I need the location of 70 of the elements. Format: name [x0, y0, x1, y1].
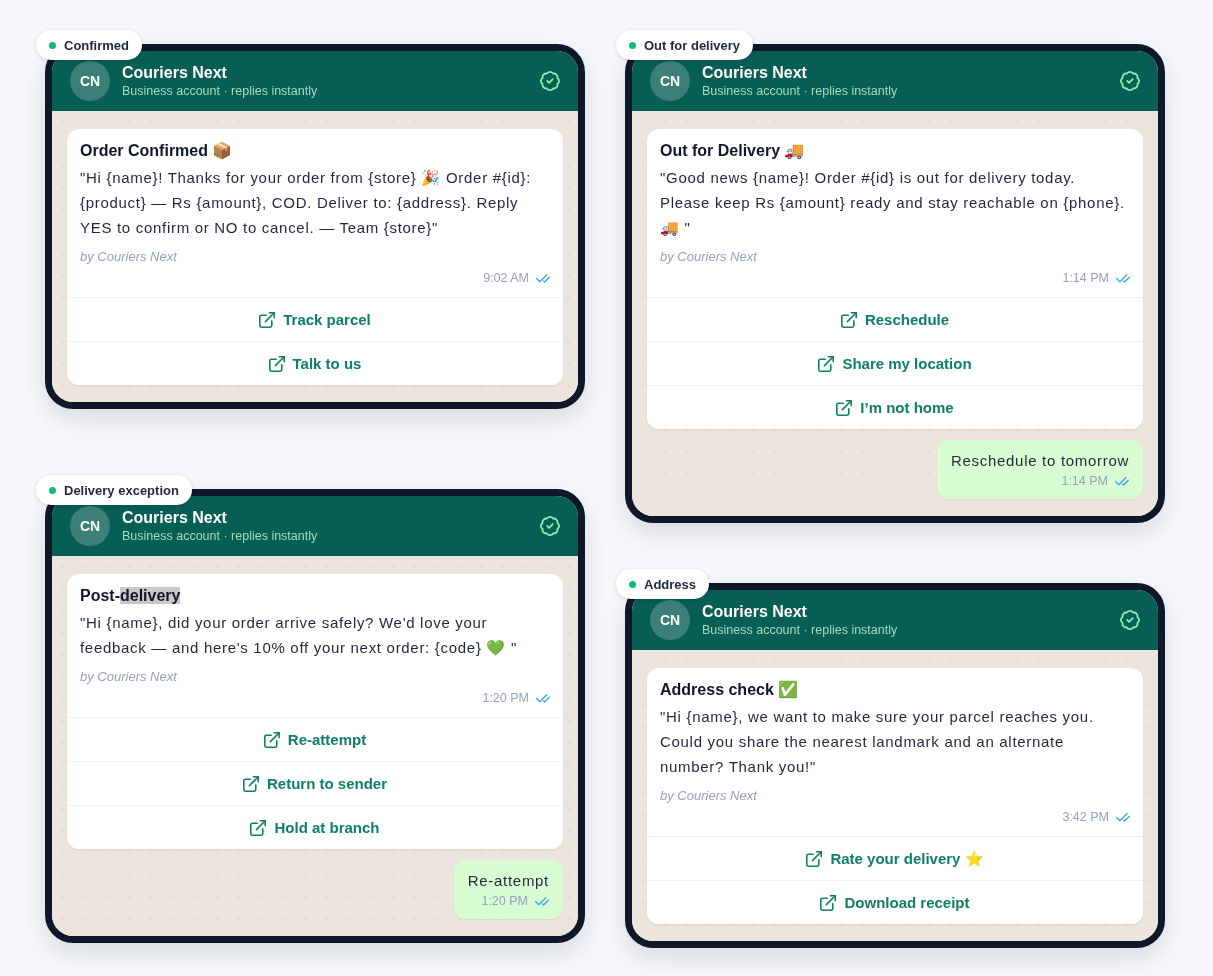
- message-title: Out for Delivery 🚚: [660, 141, 806, 161]
- verified-badge-icon: [1120, 610, 1140, 630]
- message-text: "Hi {name}, we want to make sure your parcel reaches you. Could you share the nearest landmark and an alternate number? Thank you!": [660, 707, 1095, 777]
- avatar: CN: [650, 61, 690, 101]
- message-byline: by Couriers Next: [660, 248, 759, 266]
- external-link-icon: [836, 399, 853, 416]
- reply-button[interactable]: Return to sender: [67, 761, 563, 805]
- reply-button[interactable]: Hold at branch: [67, 805, 563, 849]
- status-dot-icon: [49, 41, 56, 49]
- contact-status: Business account · replies instantly: [702, 621, 898, 639]
- reply-button[interactable]: Track parcel: [67, 297, 563, 341]
- reply-button[interactable]: Rate your delivery ⭐: [647, 836, 1143, 880]
- double-check-icon: [1115, 476, 1129, 486]
- message-time: 1:14 PM: [1062, 270, 1109, 287]
- message-text: "Good news {name}! Order #{id} is out for delivery today. Please keep Rs {amount} ready and stay reachable on {phone}. 🚚 ": [660, 168, 1126, 238]
- message-byline: by Couriers Next: [80, 248, 179, 266]
- message-text: "Hi {name}, did your order arrive safely? We'd love your feedback — and here's 10% off your next order: {code} 💚 ": [80, 613, 519, 658]
- contact-name: Couriers Next: [122, 507, 228, 528]
- message-time: 1:14 PM: [1061, 473, 1108, 490]
- reply-button[interactable]: Share my location: [647, 341, 1143, 385]
- contact-status: Business account · replies instantly: [122, 527, 318, 545]
- double-check-icon: [1116, 273, 1130, 283]
- double-check-icon: [536, 693, 550, 703]
- status-dot-icon: [629, 580, 636, 588]
- message-text: Re-attempt: [467, 871, 549, 891]
- external-link-icon: [250, 819, 267, 836]
- message-text: Reschedule to tomorrow: [951, 451, 1129, 471]
- reply-button[interactable]: I’m not home: [647, 385, 1143, 429]
- message-title: Order Confirmed 📦: [80, 141, 234, 161]
- reply-button[interactable]: Talk to us: [67, 341, 563, 385]
- contact-name: Couriers Next: [702, 601, 808, 622]
- status-label: Confirmed: [64, 37, 129, 53]
- message-byline: by Couriers Next: [660, 787, 759, 805]
- message-title: Post-delivery: [80, 586, 182, 606]
- reply-button[interactable]: Download receipt: [647, 880, 1143, 924]
- contact-status: Business account · replies instantly: [702, 82, 898, 100]
- reply-button[interactable]: Re-attempt: [67, 717, 563, 761]
- external-link-icon: [840, 311, 857, 328]
- message-time: 3:42 PM: [1062, 809, 1109, 826]
- external-link-icon: [243, 775, 259, 792]
- external-link-icon: [259, 311, 276, 328]
- double-check-icon: [535, 896, 549, 906]
- message-title: Address check ✅: [660, 679, 800, 700]
- avatar: CN: [70, 506, 110, 546]
- avatar: CN: [70, 61, 110, 101]
- message-time: 1:20 PM: [481, 893, 528, 910]
- reply-button[interactable]: Reschedule: [647, 297, 1143, 341]
- verified-badge-icon: [540, 516, 560, 536]
- message-time: 1:20 PM: [482, 690, 529, 707]
- status-label: Delivery exception: [64, 482, 179, 498]
- verified-badge-icon: [1120, 71, 1140, 91]
- status-label: Out for delivery: [644, 37, 741, 53]
- status-label: Address: [644, 576, 697, 592]
- external-link-icon: [818, 355, 835, 372]
- external-link-icon: [820, 894, 837, 911]
- double-check-icon: [536, 273, 550, 283]
- avatar: CN: [650, 600, 690, 640]
- verified-badge-icon: [540, 71, 560, 91]
- message-text: "Hi {name}! Thanks for your order from {store} 🎉 Order #{id}: {product} — Rs {amount}, COD. Deliver to: {address}. Reply YES to confirm or NO to cancel. — Team {store}": [80, 168, 533, 238]
- message-time: 9:02 AM: [483, 270, 529, 287]
- double-check-icon: [1116, 812, 1130, 822]
- external-link-icon: [263, 731, 280, 748]
- status-dot-icon: [629, 41, 636, 49]
- contact-status: Business account · replies instantly: [122, 82, 318, 100]
- message-byline: by Couriers Next: [80, 668, 179, 686]
- external-link-icon: [806, 850, 823, 867]
- external-link-icon: [268, 355, 285, 372]
- contact-name: Couriers Next: [702, 62, 808, 83]
- contact-name: Couriers Next: [122, 62, 228, 83]
- status-dot-icon: [49, 486, 56, 494]
